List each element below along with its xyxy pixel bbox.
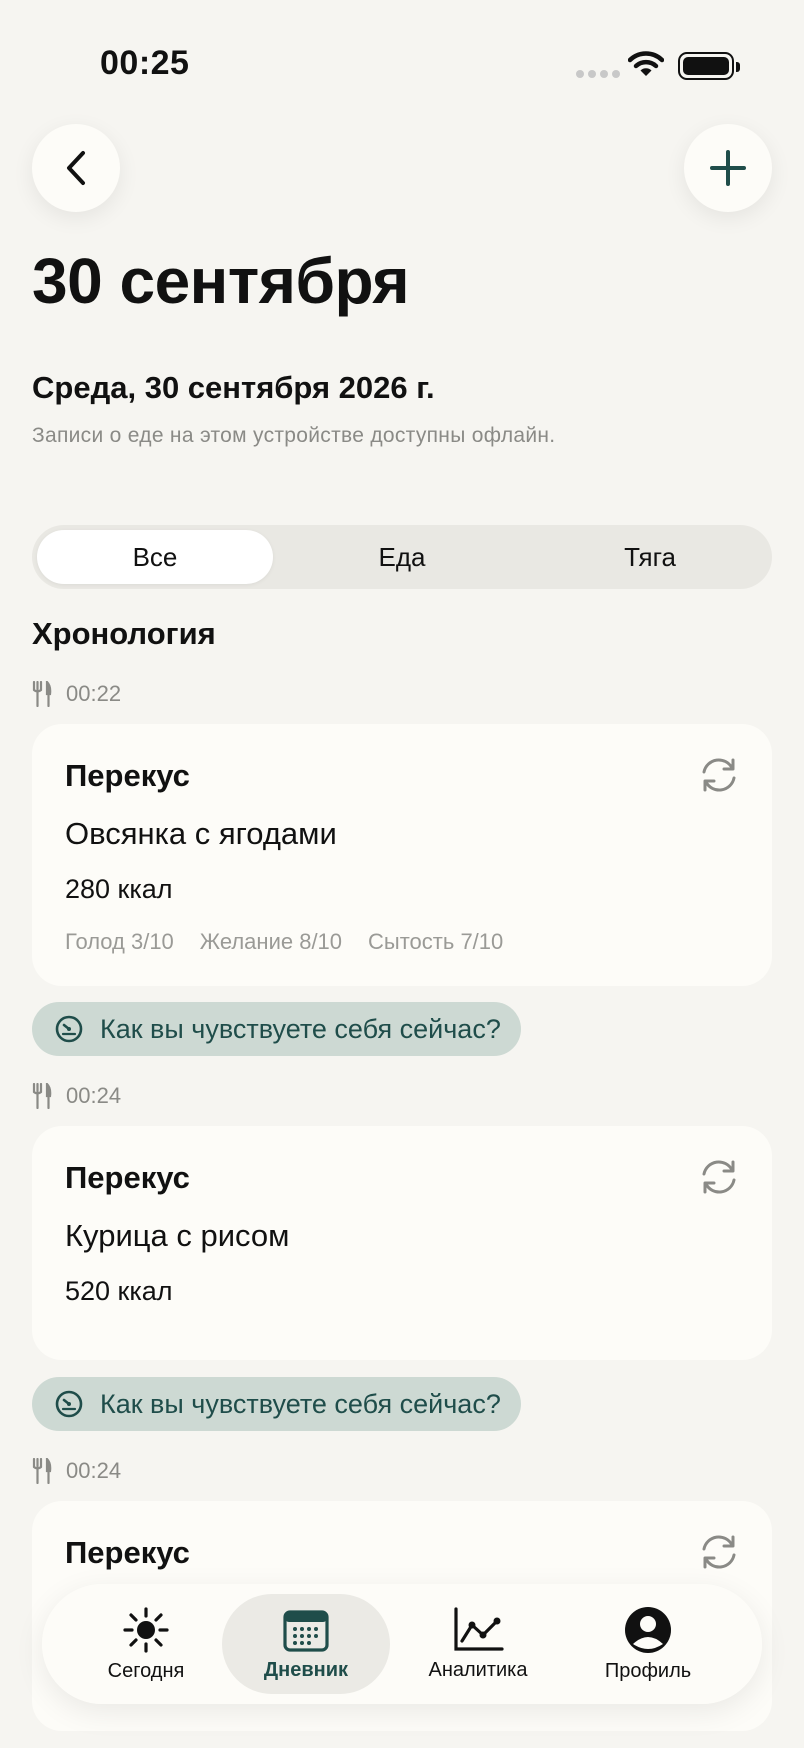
filter-craving[interactable]: Тяга (532, 530, 768, 584)
calories: 280 ккал (65, 874, 173, 904)
tab-today-label: Сегодня (107, 1659, 185, 1682)
plus-icon (710, 150, 746, 186)
hunger-scale: Голод 3/10 (65, 929, 174, 954)
calories: 520 ккал (65, 1276, 173, 1306)
entry-time: 00:24 (66, 1083, 122, 1108)
tab-diary[interactable]: Дневник (222, 1594, 390, 1694)
sync-icon (702, 1160, 736, 1194)
fork-knife-icon (32, 1083, 52, 1109)
status-bar: 00:25 (0, 0, 804, 120)
meal-type: Перекус (65, 1160, 190, 1195)
entry-time: 00:22 (66, 681, 122, 706)
dish-name: Овсянка с ягодами (65, 816, 337, 851)
page-title: 30 сентября (32, 245, 410, 317)
filter-segmented-control: Все Еда Тяга (32, 525, 772, 589)
feel-check-button[interactable]: Как вы чувствуете себя сейчас? (32, 1002, 521, 1056)
meal-entry-card[interactable]: Перекус Курица с рисом 520 ккал (32, 1126, 772, 1360)
filter-food[interactable]: Еда (284, 530, 520, 584)
tab-profile[interactable]: Профиль (564, 1594, 732, 1694)
meal-type: Перекус (65, 758, 190, 793)
timeline-title: Хронология (32, 616, 216, 651)
meal-entry-card[interactable]: Перекус Овсянка с ягодами 280 ккал Голод… (32, 724, 772, 986)
bottom-tab-bar: Сегодня Дневник Аналитика Профиль (42, 1584, 762, 1704)
tab-diary-label: Дневник (263, 1658, 349, 1681)
meal-type: Перекус (65, 1535, 190, 1570)
gauge-icon (55, 1015, 83, 1043)
filter-all[interactable]: Все (37, 530, 273, 584)
tab-analytics[interactable]: Аналитика (394, 1594, 562, 1694)
feel-check-label: Как вы чувствуете себя сейчас? (100, 1388, 501, 1419)
entry-scales: Голод 3/10 Желание 8/10 Сытость 7/10 (65, 929, 503, 955)
dish-name: Курица с рисом (65, 1218, 290, 1253)
gauge-icon (55, 1390, 83, 1418)
cellular-signal-icon (576, 70, 620, 78)
offline-note: Записи о еде на этом устройстве доступны… (32, 424, 556, 447)
feel-check-label: Как вы чувствуете себя сейчас? (100, 1013, 501, 1044)
full-date: Среда, 30 сентября 2026 г. (32, 370, 435, 405)
calendar-icon (283, 1609, 329, 1652)
sync-icon (702, 1535, 736, 1569)
tab-analytics-label: Аналитика (428, 1658, 528, 1681)
back-button[interactable] (32, 124, 120, 212)
person-circle-icon (625, 1606, 671, 1653)
entry-time: 00:24 (66, 1458, 122, 1483)
feel-check-button[interactable]: Как вы чувствуете себя сейчас? (32, 1377, 521, 1431)
tab-today[interactable]: Сегодня (62, 1594, 230, 1694)
fullness-scale: Сытость 7/10 (368, 929, 504, 954)
entry-time-row: 00:22 (32, 679, 121, 709)
tab-profile-label: Профиль (604, 1659, 692, 1682)
sun-icon (123, 1606, 169, 1653)
battery-icon (678, 52, 740, 80)
sync-icon (702, 758, 736, 792)
fork-knife-icon (32, 681, 52, 707)
entry-time-row: 00:24 (32, 1081, 121, 1111)
line-chart-icon (454, 1606, 504, 1651)
chevron-left-icon (67, 151, 85, 185)
wifi-icon (628, 51, 664, 76)
add-entry-button[interactable] (684, 124, 772, 212)
entry-time-row: 00:24 (32, 1456, 121, 1486)
desire-scale: Желание 8/10 (199, 929, 343, 954)
status-time: 00:25 (100, 44, 190, 82)
fork-knife-icon (32, 1458, 52, 1484)
